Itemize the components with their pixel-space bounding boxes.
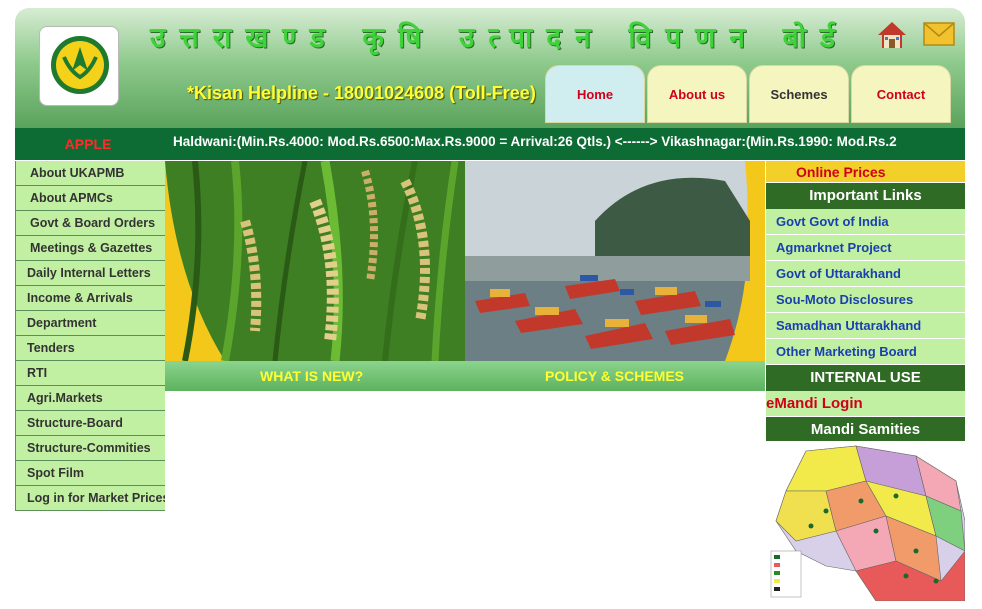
link-govt-of-india[interactable]: Govt Govt of India bbox=[766, 209, 965, 235]
internal-use-heading: INTERNAL USE bbox=[766, 365, 965, 391]
nav-about-ukapmb[interactable]: About UKAPMB bbox=[15, 161, 165, 186]
info-band: WHAT IS NEW? POLICY & SCHEMES bbox=[165, 361, 765, 391]
logo-emblem-icon bbox=[49, 34, 111, 96]
important-links-heading: Important Links bbox=[766, 183, 965, 209]
tab-contact[interactable]: Contact bbox=[851, 65, 951, 123]
ticker-commodity-label: APPLE bbox=[64, 136, 112, 152]
ticker-text[interactable]: Haldwani:(Min.Rs.4000: Mod.Rs.6500:Max.R… bbox=[173, 128, 897, 160]
hero-images bbox=[165, 161, 750, 361]
rice-paddy-image bbox=[165, 161, 465, 361]
tab-schemes[interactable]: Schemes bbox=[749, 65, 849, 123]
mandi-samities-map[interactable] bbox=[766, 441, 965, 601]
nav-daily-internal-letters[interactable]: Daily Internal Letters bbox=[15, 261, 165, 286]
nav-structure-board[interactable]: Structure-Board bbox=[15, 411, 165, 436]
hindi-site-title: उत्तराखण्ड कृषि उत्पादन विपणन बोर्ड bbox=[150, 21, 849, 54]
lake-boats-image bbox=[465, 161, 750, 361]
nav-about-apmcs[interactable]: About APMCs bbox=[15, 186, 165, 211]
link-samadhan[interactable]: Samadhan Uttarakhand bbox=[766, 313, 965, 339]
mandi-samities-heading: Mandi Samities bbox=[766, 417, 965, 443]
nav-govt-board-orders[interactable]: Govt & Board Orders bbox=[15, 211, 165, 236]
policy-schemes-link[interactable]: POLICY & SCHEMES bbox=[545, 361, 684, 391]
nav-structure-commities[interactable]: Structure-Commities bbox=[15, 436, 165, 461]
nav-rti[interactable]: RTI bbox=[15, 361, 165, 386]
link-sou-moto[interactable]: Sou-Moto Disclosures bbox=[766, 287, 965, 313]
nav-meetings-gazettes[interactable]: Meetings & Gazettes bbox=[15, 236, 165, 261]
price-ticker: APPLE Haldwani:(Min.Rs.4000: Mod.Rs.6500… bbox=[15, 128, 965, 160]
kisan-helpline: *Kisan Helpline - 18001024608 (Toll-Free… bbox=[187, 83, 536, 103]
link-other-marketing-board[interactable]: Other Marketing Board bbox=[766, 339, 965, 365]
site-header: उत्तराखण्ड कृषि उत्पादन विपणन बोर्ड *Kis… bbox=[15, 8, 965, 128]
link-agmarknet[interactable]: Agmarknet Project bbox=[766, 235, 965, 261]
home-icon[interactable] bbox=[877, 20, 907, 50]
nav-income-arrivals[interactable]: Income & Arrivals bbox=[15, 286, 165, 311]
link-govt-uttarakhand[interactable]: Govt of Uttarakhand bbox=[766, 261, 965, 287]
hero-banner bbox=[165, 161, 765, 361]
online-prices-link[interactable]: Online Prices bbox=[766, 161, 965, 183]
mail-icon[interactable] bbox=[923, 22, 955, 46]
right-column: Online Prices Important Links Govt Govt … bbox=[766, 161, 965, 443]
nav-department[interactable]: Department bbox=[15, 311, 165, 336]
nav-login-market-prices[interactable]: Log in for Market Prices bbox=[15, 486, 165, 511]
nav-tenders[interactable]: Tenders bbox=[15, 336, 165, 361]
emandi-login-link[interactable]: eMandi Login bbox=[766, 391, 965, 417]
nav-agri-markets[interactable]: Agri.Markets bbox=[15, 386, 165, 411]
nav-spot-film[interactable]: Spot Film bbox=[15, 461, 165, 486]
board-logo[interactable] bbox=[39, 26, 119, 106]
tab-about-us[interactable]: About us bbox=[647, 65, 747, 123]
whats-new-link[interactable]: WHAT IS NEW? bbox=[260, 361, 363, 391]
tab-home[interactable]: Home bbox=[545, 65, 645, 123]
left-navigation: About UKAPMB About APMCs Govt & Board Or… bbox=[15, 161, 165, 511]
uttarakhand-map-image bbox=[766, 441, 965, 601]
